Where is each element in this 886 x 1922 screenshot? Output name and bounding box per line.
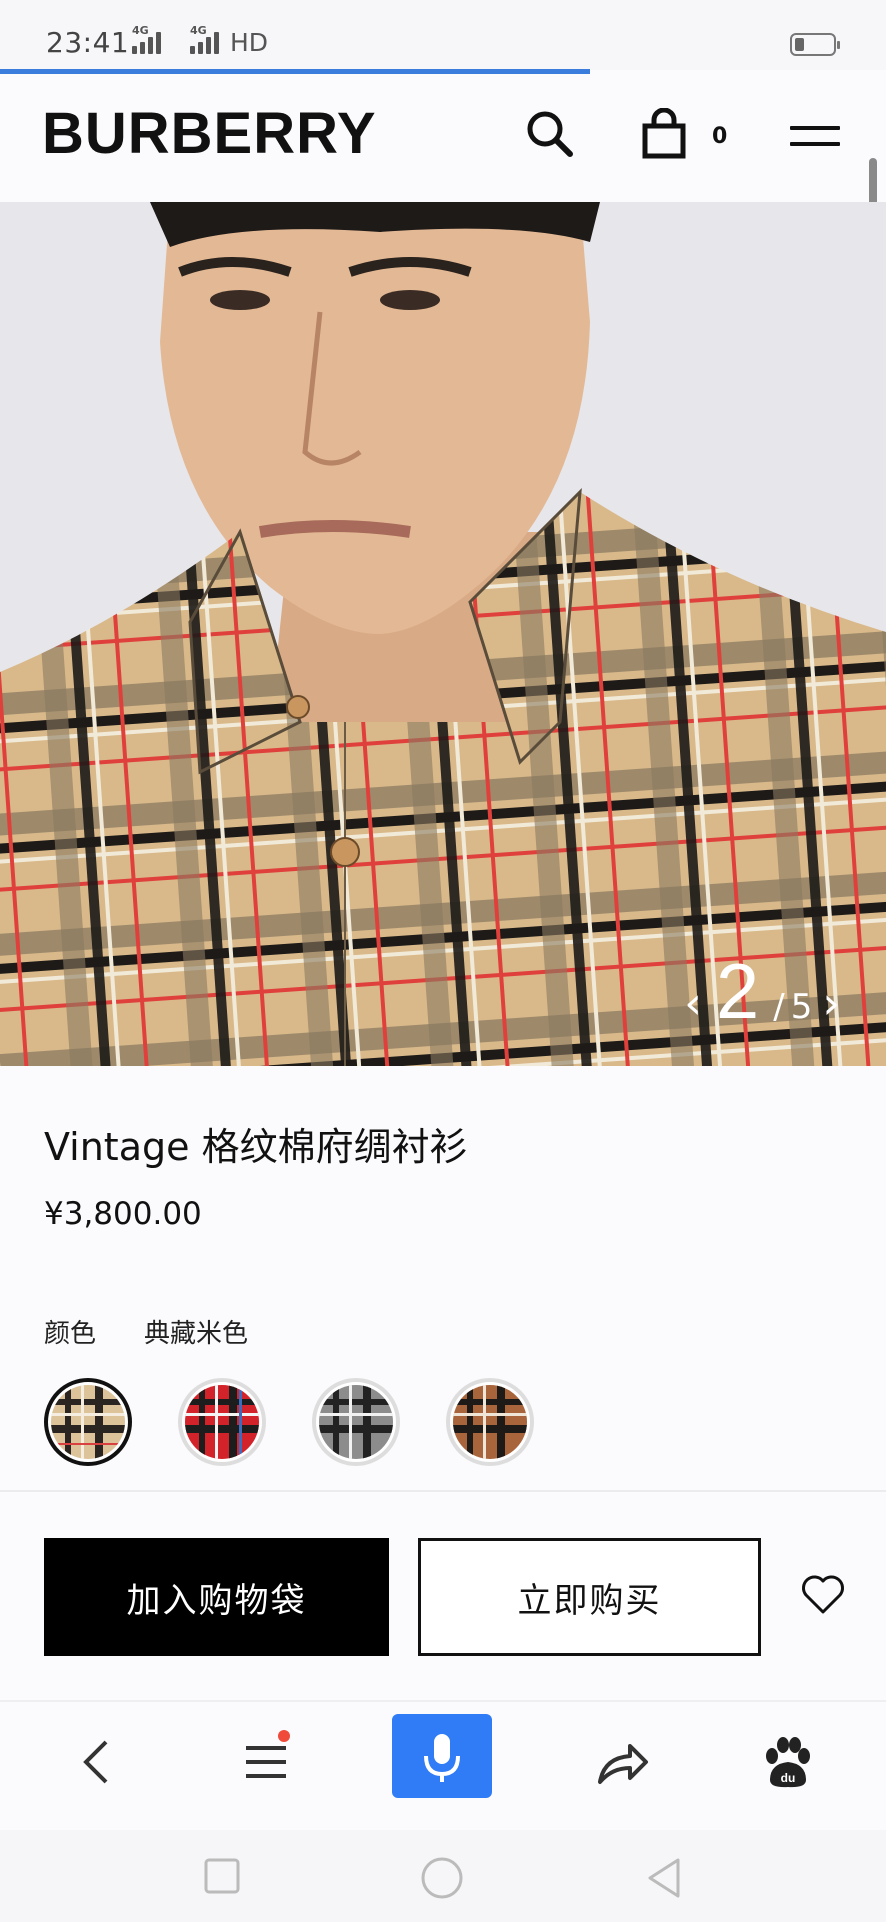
color-label: 颜色 [44,1319,97,1349]
buy-now-button[interactable]: 立即购买 [418,1538,761,1656]
back-icon[interactable] [68,1732,128,1792]
site-header: BURBERRY 0 [0,74,886,202]
system-navigation-bar [0,1830,886,1922]
product-title: Vintage 格纹棉府绸衬衫 [44,1125,468,1169]
color-swatch-brown[interactable] [446,1378,534,1466]
hd-indicator: HD [230,28,269,57]
signal-icon: 4G [132,24,161,54]
product-price: ¥3,800.00 [44,1196,202,1232]
battery-icon [790,33,840,56]
microphone-icon[interactable] [392,1714,492,1798]
recent-apps-icon[interactable] [202,1856,242,1900]
share-icon[interactable] [592,1732,652,1792]
carousel-separator: / [773,987,785,1027]
carousel-prev-icon[interactable]: ‹ [684,982,702,1026]
color-swatch-red[interactable] [178,1378,266,1466]
hamburger-menu-icon[interactable] [790,126,842,150]
system-back-icon[interactable] [644,1856,684,1904]
carousel-total: 5 [790,987,813,1027]
heart-icon[interactable] [800,1572,846,1616]
product-image[interactable]: ‹ 2 / 5 › [0,202,886,1066]
notification-dot [278,1730,290,1742]
divider [0,1490,886,1492]
brand-logo[interactable]: BURBERRY [42,100,377,167]
add-to-bag-button[interactable]: 加入购物袋 [44,1538,389,1656]
carousel-counter: ‹ 2 / 5 › [684,952,840,1030]
signal-icon-2: 4G [190,24,219,54]
search-icon[interactable] [524,108,576,160]
status-bar: 23:41 4G 4G HD [0,0,886,70]
shopping-bag-icon[interactable] [638,107,690,160]
color-value: 典藏米色 [144,1319,249,1349]
carousel-current: 2 [715,947,760,1035]
bag-count: 0 [712,124,728,149]
color-swatch-beige[interactable] [44,1378,132,1466]
status-time: 23:41 [46,26,130,59]
home-icon[interactable] [420,1856,464,1904]
browser-toolbar: du [0,1700,886,1830]
baidu-paw-icon[interactable]: du [756,1732,816,1792]
color-swatch-grey[interactable] [312,1378,400,1466]
color-swatches [44,1378,534,1466]
svg-text:du: du [781,1771,796,1785]
carousel-next-icon[interactable]: › [822,982,840,1026]
